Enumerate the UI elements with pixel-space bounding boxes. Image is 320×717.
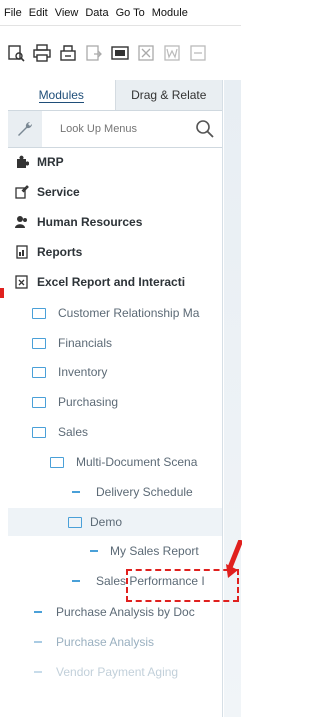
leaf-dash-icon [34,641,42,643]
preview-icon[interactable] [6,43,26,63]
leaf-dash-icon [72,580,80,582]
menu-file[interactable]: File [4,7,22,19]
tree-label: Multi-Document Scena [76,455,198,469]
lookup-menus-input[interactable] [42,123,192,135]
tab-modules-label: Modules [38,87,84,103]
tree-item-reports[interactable]: Reports [8,238,222,266]
workspace-background [224,80,241,717]
tree-label: Sales [58,425,89,439]
word-icon[interactable] [162,43,182,63]
tree-item-purchasing[interactable]: Purchasing [8,388,222,416]
menu-goto[interactable]: Go To [116,7,145,19]
menu-edit[interactable]: Edit [29,7,48,19]
folder-icon [68,516,82,528]
search-icon[interactable] [194,118,216,140]
folder-icon [32,337,46,349]
service-icon [14,184,30,200]
tree-label: Purchase Analysis [56,635,155,649]
folder-icon [50,456,64,468]
tree-label: Financials [58,336,113,350]
annotation-marker [0,288,4,298]
tab-drag-relate-label: Drag & Relate [131,88,207,102]
wrench-icon[interactable] [8,111,42,147]
export-icon[interactable] [84,43,104,63]
leaf-dash-icon [34,611,42,613]
reports-icon [14,244,30,260]
tree-item-sales[interactable]: Sales [8,418,222,446]
annotation-highlight-box [126,569,239,602]
tree-label: Service [37,185,80,199]
print-icon[interactable] [32,43,52,63]
menu-view[interactable]: View [55,7,79,19]
menu-modules[interactable]: Module [152,7,188,19]
tree-item-human-resources[interactable]: Human Resources [8,208,222,236]
tree-label: Customer Relationship Ma [58,306,200,320]
tree-item-multi-document[interactable]: Multi-Document Scena [8,448,222,476]
folder-icon [32,426,46,438]
lookup-bar [8,111,222,148]
tree-label: Vendor Payment Aging [56,665,179,679]
tab-drag-relate[interactable]: Drag & Relate [114,80,222,110]
pdf-icon[interactable] [188,43,208,63]
tree-item-vendor-payment-aging[interactable]: Vendor Payment Aging [8,658,222,686]
toolbar [0,28,241,78]
tree-label: Human Resources [37,215,143,229]
tree-item-inventory[interactable]: Inventory [8,358,222,386]
tree-item-demo[interactable]: Demo [8,508,222,536]
leaf-dash-icon [34,671,42,673]
panel-tabs: Modules Drag & Relate [8,80,222,111]
print-setup-icon[interactable] [58,43,78,63]
tree-label: Demo [90,515,123,529]
menu-bar: File Edit View Data Go To Module [0,0,241,26]
tree-item-my-sales-report[interactable]: My Sales Report [8,537,222,565]
tree-label: Delivery Schedule [96,485,193,499]
tree-item-purchase-analysis[interactable]: Purchase Analysis [8,628,222,656]
tree-label: Purchasing [58,395,119,409]
tree-label: Excel Report and Interacti [37,275,186,289]
tree-item-delivery-schedule[interactable]: Delivery Schedule [8,478,222,506]
lookup-box [42,111,222,147]
leaf-dash-icon [90,550,98,552]
leaf-dash-icon [72,491,80,493]
excel-icon[interactable] [136,43,156,63]
publish-icon[interactable] [110,43,130,63]
tree-item-excel-report[interactable]: Excel Report and Interacti [8,268,222,296]
tree-label: Purchase Analysis by Doc [56,605,195,619]
folder-icon [32,396,46,408]
tree-label: Inventory [58,365,108,379]
tree-label: Reports [37,245,83,259]
people-icon [14,214,30,230]
puzzle-icon [14,154,30,170]
tree-item-service[interactable]: Service [8,178,222,206]
annotation-arrow [226,539,244,583]
tree-item-financials[interactable]: Financials [8,329,222,357]
tree-item-crm[interactable]: Customer Relationship Ma [8,299,222,327]
folder-icon [32,366,46,378]
tree-item-purchase-analysis-by-doc[interactable]: Purchase Analysis by Doc [8,598,222,626]
navigation-panel: Modules Drag & Relate MRP Service [8,80,223,717]
tab-modules[interactable]: Modules [8,80,115,110]
menu-data[interactable]: Data [85,7,108,19]
tree-label: My Sales Report [110,544,199,558]
excel-report-icon [14,274,30,290]
folder-icon [32,307,46,319]
tree-item-mrp[interactable]: MRP [8,148,222,176]
tree-label: MRP [37,155,64,169]
